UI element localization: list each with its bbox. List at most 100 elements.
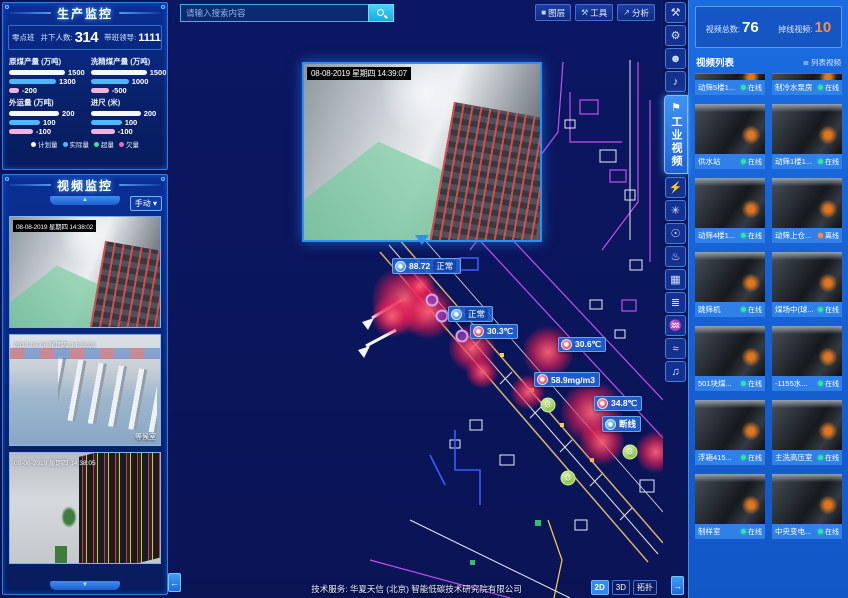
- video-list-item[interactable]: 制冷水泵房在线: [772, 73, 842, 95]
- view-2d-button[interactable]: 2D: [591, 580, 609, 595]
- chart-raw-coal: 原煤产量 (万吨) 1500 1300 -200: [9, 54, 85, 95]
- tool-helmet[interactable]: ⚒: [665, 2, 686, 23]
- tab-industrial-video[interactable]: ⚑ 工业视频: [664, 95, 688, 174]
- legend-label: 超量: [101, 139, 114, 149]
- bell-icon: ♫: [671, 366, 679, 378]
- tool-flame[interactable]: ♨: [665, 246, 686, 267]
- analysis-button[interactable]: ↗ 分析: [617, 4, 655, 21]
- sensor-value: 58.9mg/m3: [551, 375, 595, 385]
- scroll-down-button[interactable]: ▼: [50, 581, 120, 590]
- video-list-item[interactable]: 动筛1楼1...在线: [772, 104, 842, 169]
- sensor-value: 88.72: [409, 261, 430, 271]
- video-list-item[interactable]: 供水站在线: [695, 104, 765, 169]
- total-videos-value: 76: [742, 19, 759, 36]
- tool-bell[interactable]: ♫: [665, 361, 686, 382]
- sensor-ring[interactable]: [456, 330, 469, 343]
- video-list-item[interactable]: 浮箱415...在线: [695, 400, 765, 465]
- video-feed[interactable]: 08-08-2019 星期四 14:38:05: [9, 452, 161, 564]
- layers-label: 图层: [548, 7, 565, 19]
- search-button[interactable]: [368, 4, 394, 22]
- video-list-item[interactable]: 制样室在线: [695, 474, 765, 539]
- sensor-ring[interactable]: [436, 310, 449, 323]
- video-list-item[interactable]: 中央变电...在线: [772, 474, 842, 539]
- video-list-header: 视频列表 ≣ 列表视频: [696, 55, 841, 69]
- video-list-item[interactable]: 煤场中(球...在线: [772, 252, 842, 317]
- bar-deficit: [9, 129, 33, 134]
- shield-icon: ⚙: [671, 29, 681, 42]
- layers-button[interactable]: ■ 图层: [535, 4, 571, 21]
- sensor-label[interactable]: ◉ 58.9mg/m3: [534, 372, 600, 387]
- chart-title: 进尺 (米): [91, 97, 167, 108]
- bar-actual: [91, 79, 129, 84]
- video-list-panel: 视频总数: 76 掉线视频: 10 视频列表 ≣ 列表视频 动筛5楼1...在线…: [688, 0, 848, 598]
- green-count-badge[interactable]: 3: [541, 398, 556, 413]
- tool-user[interactable]: ☻: [665, 48, 686, 69]
- scroll-up-button[interactable]: ▲: [50, 196, 120, 205]
- mode-select[interactable]: 手动 ▾: [130, 196, 162, 211]
- bar-actual: [91, 120, 122, 125]
- video-feed[interactable]: 2019-08-08 星期四 14:38:02 等候室: [9, 334, 161, 446]
- video-list-item[interactable]: 动筛上仓...离线: [772, 178, 842, 243]
- video-list-item[interactable]: 501块煤...在线: [695, 326, 765, 391]
- sensor-icon: ◉: [473, 326, 484, 337]
- video-thumbnail: [695, 73, 765, 80]
- chart-shipment: 外运量 (万吨) 200 100 -100: [9, 95, 85, 136]
- analysis-label: 分析: [632, 7, 649, 19]
- camera-popup-video: 08-08-2019 星期四 14:39:07 井下中央变电所: [304, 64, 540, 240]
- status-text: 在线: [748, 83, 762, 93]
- legend-dot-deficit: [119, 142, 124, 147]
- camera-popup[interactable]: 08-08-2019 星期四 14:39:07 井下中央变电所: [302, 62, 542, 242]
- green-count-badge[interactable]: 3: [623, 445, 638, 460]
- video-feed[interactable]: 08-08-2019 星期四 14:38:02 井下中央变电所: [9, 216, 161, 328]
- sensor-label[interactable]: ◉ 正常: [448, 306, 493, 322]
- feed-camera-label: 等候室: [135, 432, 156, 442]
- tool-waves[interactable]: ≈: [665, 338, 686, 359]
- view-3d-button[interactable]: 3D: [612, 580, 630, 595]
- collapse-left-button[interactable]: ←: [168, 573, 181, 592]
- corner-dot: [161, 5, 165, 9]
- sensor-icon: ◉: [537, 374, 548, 385]
- chart-title: 外运量 (万吨): [9, 97, 85, 108]
- video-list-item[interactable]: 主洗高压室在线: [772, 400, 842, 465]
- camera-name: 动筛4楼1...: [698, 230, 739, 241]
- bar-actual: [9, 79, 56, 84]
- video-list-item[interactable]: 动筛5楼1...在线: [695, 73, 765, 95]
- tool-shield[interactable]: ⚙: [665, 25, 686, 46]
- badge-count: 3: [566, 474, 570, 483]
- video-list-item[interactable]: 动筛4楼1...在线: [695, 178, 765, 243]
- search-input[interactable]: [180, 4, 368, 22]
- sensor-label[interactable]: ◉ 30.6℃: [558, 337, 606, 352]
- tool-layers[interactable]: ≣: [665, 292, 686, 313]
- sensor-label[interactable]: ◉ 34.8℃: [594, 396, 642, 411]
- tool-globe[interactable]: ☉: [665, 223, 686, 244]
- feed-timestamp: 08-08-2019 星期四 14:38:05: [14, 457, 96, 467]
- tool-cabinet[interactable]: ▦: [665, 269, 686, 290]
- legend-label: 实际量: [70, 139, 90, 149]
- tools-button[interactable]: ⚒ 工具: [575, 4, 613, 21]
- status-dot: [818, 307, 823, 312]
- video-list-item[interactable]: -1155水...在线: [772, 326, 842, 391]
- green-count-badge[interactable]: 3: [561, 471, 576, 486]
- legend-label: 计划量: [38, 139, 58, 149]
- status-dot: [741, 307, 746, 312]
- sensor-label[interactable]: ◉ 30.3℃: [470, 324, 518, 339]
- sensor-label[interactable]: ◉ 断线: [602, 416, 641, 432]
- total-videos-stat: 视频总数: 76: [706, 19, 759, 36]
- mine-map[interactable]: 3 3 3 ◉ 88.72 正常 ◉ 正常 ◉ 30.3℃ ◉ 30.6℃ ◉ …: [170, 0, 663, 598]
- status-text: 在线: [825, 305, 839, 315]
- sensor-ring[interactable]: [426, 294, 439, 307]
- tool-runner[interactable]: ⚡: [665, 177, 686, 198]
- video-grid: 动筛5楼1...在线 制冷水泵房在线 供水站在线 动筛1楼1...在线 动筛4楼…: [695, 73, 842, 539]
- tool-lungs[interactable]: ♒: [665, 315, 686, 336]
- sensor-label[interactable]: ◉ 88.72 正常: [392, 258, 461, 274]
- mic-icon: ♪: [673, 76, 679, 88]
- view-topology-button[interactable]: 拓扑: [633, 580, 657, 595]
- list-mode-toggle[interactable]: ≣ 列表视频: [803, 57, 841, 68]
- video-list-item[interactable]: 跳筛机在线: [695, 252, 765, 317]
- sensor-icon: ◉: [597, 398, 608, 409]
- collapse-right-button[interactable]: →: [671, 576, 684, 595]
- status-dot: [741, 381, 746, 386]
- tool-fan[interactable]: ✳: [665, 200, 686, 221]
- video-thumbnail: [695, 178, 765, 228]
- tool-mic[interactable]: ♪: [665, 71, 686, 92]
